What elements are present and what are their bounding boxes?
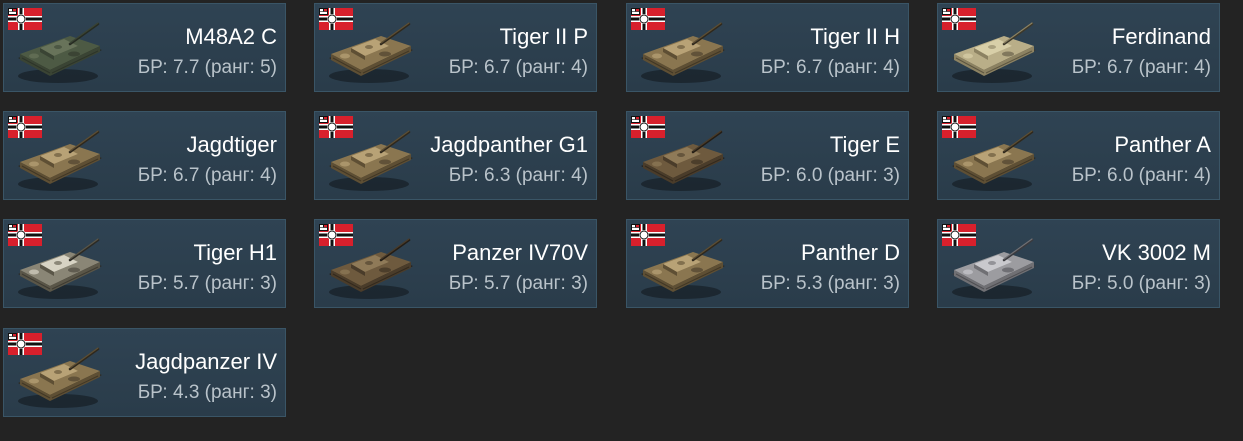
vehicle-battle-rating: БР: 6.7 (ранг: 4)	[1071, 57, 1211, 78]
vehicle-battle-rating: БР: 5.7 (ранг: 3)	[137, 273, 277, 294]
vehicle-name: M48A2 C	[185, 24, 277, 49]
vehicle-card[interactable]: VK 3002 M БР: 5.0 (ранг: 3)	[937, 219, 1220, 308]
vehicle-name: Panzer IV70V	[452, 240, 588, 265]
vehicle-name: Panther D	[800, 240, 900, 265]
vehicle-name: Jagdpanther G1	[430, 132, 588, 157]
vehicle-card[interactable]: Ferdinand БР: 6.7 (ранг: 4)	[937, 3, 1220, 92]
vehicle-battle-rating: БР: 5.7 (ранг: 3)	[448, 273, 588, 294]
vehicle-battle-rating: БР: 6.0 (ранг: 4)	[1071, 165, 1211, 186]
vehicle-name: Tiger II H	[810, 24, 900, 49]
german-flag-icon	[319, 224, 353, 246]
german-flag-icon	[631, 116, 665, 138]
vehicle-card[interactable]: Panzer IV70V БР: 5.7 (ранг: 3)	[314, 219, 597, 308]
vehicle-battle-rating: БР: 6.3 (ранг: 4)	[448, 165, 588, 186]
vehicle-card[interactable]: Tiger II H БР: 6.7 (ранг: 4)	[626, 3, 909, 92]
vehicle-battle-rating: БР: 6.7 (ранг: 4)	[448, 57, 588, 78]
vehicle-battle-rating: БР: 6.0 (ранг: 3)	[760, 165, 900, 186]
vehicle-name: Tiger H1	[193, 240, 277, 265]
vehicle-name: Tiger II P	[499, 24, 588, 49]
vehicle-card[interactable]: Tiger II P БР: 6.7 (ранг: 4)	[314, 3, 597, 92]
vehicle-name: Panther A	[1114, 132, 1211, 157]
vehicle-grid: M48A2 C БР: 7.7 (ранг: 5) Tiger II P БР: 6.…	[0, 0, 1243, 441]
german-flag-icon	[8, 8, 42, 30]
vehicle-card[interactable]: M48A2 C БР: 7.7 (ранг: 5)	[3, 3, 286, 92]
vehicle-battle-rating: БР: 6.7 (ранг: 4)	[760, 57, 900, 78]
vehicle-card[interactable]: Jagdtiger БР: 6.7 (ранг: 4)	[3, 111, 286, 200]
vehicle-card[interactable]: Panther A БР: 6.0 (ранг: 4)	[937, 111, 1220, 200]
vehicle-battle-rating: БР: 7.7 (ранг: 5)	[137, 57, 277, 78]
vehicle-battle-rating: БР: 4.3 (ранг: 3)	[137, 382, 277, 403]
vehicle-name: Jagdtiger	[186, 132, 277, 157]
vehicle-name: Ferdinand	[1111, 24, 1211, 49]
vehicle-battle-rating: БР: 6.7 (ранг: 4)	[137, 165, 277, 186]
vehicle-card[interactable]: Jagdpanzer IV БР: 4.3 (ранг: 3)	[3, 328, 286, 417]
vehicle-name: VK 3002 M	[1102, 240, 1211, 265]
german-flag-icon	[942, 116, 976, 138]
vehicle-name: Tiger E	[829, 132, 900, 157]
vehicle-card[interactable]: Panther D БР: 5.3 (ранг: 3)	[626, 219, 909, 308]
vehicle-name: Jagdpanzer IV	[135, 349, 277, 374]
vehicle-card[interactable]: Tiger H1 БР: 5.7 (ранг: 3)	[3, 219, 286, 308]
vehicle-battle-rating: БР: 5.3 (ранг: 3)	[760, 273, 900, 294]
vehicle-card[interactable]: Jagdpanther G1 БР: 6.3 (ранг: 4)	[314, 111, 597, 200]
german-flag-icon	[942, 224, 976, 246]
german-flag-icon	[942, 8, 976, 30]
german-flag-icon	[8, 333, 42, 355]
german-flag-icon	[8, 116, 42, 138]
vehicle-card[interactable]: Tiger E БР: 6.0 (ранг: 3)	[626, 111, 909, 200]
german-flag-icon	[319, 8, 353, 30]
vehicle-battle-rating: БР: 5.0 (ранг: 3)	[1071, 273, 1211, 294]
german-flag-icon	[319, 116, 353, 138]
german-flag-icon	[8, 224, 42, 246]
german-flag-icon	[631, 8, 665, 30]
german-flag-icon	[631, 224, 665, 246]
